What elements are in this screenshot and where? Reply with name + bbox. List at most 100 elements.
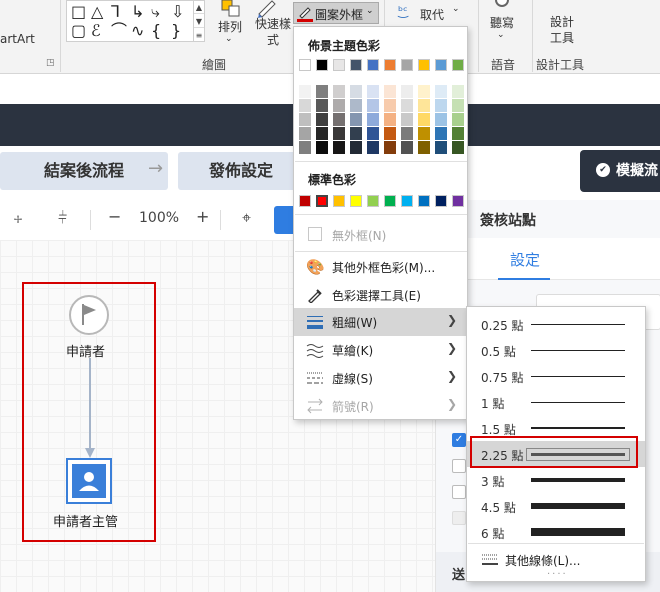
more-outline-colors-item[interactable]: 🎨 其他外框色彩(M)...: [294, 253, 467, 281]
gallery-scrollbar[interactable]: ▲ ▼ ≡: [193, 0, 205, 42]
brace-right-icon[interactable]: }: [171, 22, 181, 40]
standard-color-swatch[interactable]: [384, 195, 396, 207]
theme-shade-swatch[interactable]: [333, 113, 345, 126]
theme-shade-swatch[interactable]: [367, 85, 379, 98]
design-tools-button[interactable]: 設計工具: [548, 14, 576, 46]
weight-option[interactable]: 6 點: [467, 519, 645, 545]
align-horizontal-icon[interactable]: ⧾: [14, 208, 22, 228]
theme-shade-swatch[interactable]: [452, 99, 464, 112]
chevron-up-icon[interactable]: ▲: [194, 1, 204, 14]
theme-color-swatch[interactable]: [418, 59, 430, 71]
step-publish-settings[interactable]: 發佈設定: [178, 152, 304, 190]
theme-color-swatch[interactable]: [452, 59, 464, 71]
theme-shade-swatch[interactable]: [401, 85, 413, 98]
theme-shade-swatch[interactable]: [333, 127, 345, 140]
align-vertical-icon[interactable]: ⫩: [58, 208, 67, 228]
theme-shade-swatch[interactable]: [316, 85, 328, 98]
tab-settings[interactable]: 設定: [510, 249, 540, 270]
theme-shade-swatch[interactable]: [435, 113, 447, 126]
theme-shade-swatch[interactable]: [299, 127, 311, 140]
theme-shade-swatch[interactable]: [333, 85, 345, 98]
theme-shade-swatch[interactable]: [435, 85, 447, 98]
chevron-down-icon[interactable]: ▼: [194, 15, 204, 28]
no-outline-item[interactable]: 無外框(N): [294, 221, 467, 249]
rectangle-shape-icon[interactable]: □: [71, 3, 86, 21]
theme-shade-swatch[interactable]: [316, 99, 328, 112]
theme-shade-swatch[interactable]: [418, 113, 430, 126]
theme-shade-swatch[interactable]: [384, 127, 396, 140]
standard-color-swatch[interactable]: [299, 195, 311, 207]
rounded-rect-shape-icon[interactable]: ▢: [71, 22, 86, 40]
replace-button[interactable]: 取代: [420, 6, 444, 23]
theme-shade-swatch[interactable]: [435, 127, 447, 140]
theme-shade-swatch[interactable]: [384, 85, 396, 98]
theme-color-swatch[interactable]: [367, 59, 379, 71]
theme-shade-swatch[interactable]: [350, 141, 362, 154]
theme-shade-swatch[interactable]: [452, 85, 464, 98]
theme-shade-swatch[interactable]: [452, 141, 464, 154]
sketched-item[interactable]: 草繪(K) ❯: [294, 336, 467, 364]
theme-shade-swatch[interactable]: [452, 113, 464, 126]
theme-shade-swatch[interactable]: [299, 99, 311, 112]
freeform-shape-icon[interactable]: ℰ: [91, 22, 101, 40]
zoom-out-button[interactable]: −: [108, 207, 121, 226]
checkbox-checked[interactable]: ✓: [452, 433, 466, 447]
dashes-item[interactable]: 虛線(S) ❯: [294, 364, 467, 392]
theme-shade-swatch[interactable]: [401, 127, 413, 140]
theme-shade-swatch[interactable]: [367, 127, 379, 140]
theme-color-swatch[interactable]: [316, 59, 328, 71]
theme-shade-swatch[interactable]: [350, 127, 362, 140]
zoom-in-button[interactable]: +: [196, 207, 209, 226]
arc-shape-icon[interactable]: ⌒: [111, 22, 127, 40]
down-arrow-shape-icon[interactable]: ⇩: [171, 3, 184, 21]
locate-crosshair-icon[interactable]: ⌖: [242, 208, 251, 228]
theme-shade-swatch[interactable]: [435, 99, 447, 112]
brace-left-icon[interactable]: {: [151, 22, 161, 40]
theme-shade-swatch[interactable]: [367, 99, 379, 112]
shapes-gallery[interactable]: □ △ ⅂ ↳ ⤷ ⇩ ▢ ℰ ⌒ ∿ { }: [66, 0, 194, 42]
theme-shade-swatch[interactable]: [452, 127, 464, 140]
standard-color-swatch[interactable]: [367, 195, 379, 207]
resize-grip-icon[interactable]: ····: [547, 569, 568, 580]
arrange-chevron-icon[interactable]: ⌄: [225, 34, 233, 44]
standard-color-swatch[interactable]: [350, 195, 362, 207]
gallery-more-icon[interactable]: ≡: [194, 29, 204, 42]
standard-color-swatch[interactable]: [452, 195, 464, 207]
weight-option[interactable]: 1 點: [467, 389, 645, 415]
simulate-flow-button[interactable]: ✔ 模擬流: [580, 150, 660, 192]
more-lines-item[interactable]: 其他線條(L)...: [505, 552, 581, 569]
weight-option[interactable]: 0.5 點: [467, 337, 645, 363]
theme-shade-swatch[interactable]: [384, 113, 396, 126]
smartart-label[interactable]: artArt: [0, 32, 35, 46]
theme-shade-swatch[interactable]: [316, 141, 328, 154]
theme-shade-swatch[interactable]: [333, 99, 345, 112]
weight-option[interactable]: 0.25 點: [467, 311, 645, 337]
theme-color-swatch[interactable]: [333, 59, 345, 71]
theme-shade-swatch[interactable]: [384, 99, 396, 112]
theme-color-swatch[interactable]: [401, 59, 413, 71]
theme-shade-swatch[interactable]: [316, 127, 328, 140]
weight-option[interactable]: 0.75 點: [467, 363, 645, 389]
theme-shade-swatch[interactable]: [401, 141, 413, 154]
theme-shade-swatch[interactable]: [418, 99, 430, 112]
theme-shade-swatch[interactable]: [418, 127, 430, 140]
theme-shade-swatch[interactable]: [367, 141, 379, 154]
arrange-button[interactable]: 排列: [218, 18, 242, 35]
theme-shade-swatch[interactable]: [299, 113, 311, 126]
eyedropper-item[interactable]: 色彩選擇工具(E): [294, 281, 467, 309]
weight-option[interactable]: 4.5 點: [467, 493, 645, 519]
theme-color-swatch[interactable]: [299, 59, 311, 71]
bent-arrow-icon[interactable]: ⤷: [151, 3, 160, 21]
theme-shade-swatch[interactable]: [367, 113, 379, 126]
theme-shade-swatch[interactable]: [333, 141, 345, 154]
theme-shade-swatch[interactable]: [401, 113, 413, 126]
checkbox-unchecked-2[interactable]: [452, 485, 466, 499]
theme-color-swatch[interactable]: [384, 59, 396, 71]
theme-shade-swatch[interactable]: [384, 141, 396, 154]
dictate-button[interactable]: 聽寫: [490, 14, 514, 31]
theme-shade-swatch[interactable]: [350, 85, 362, 98]
theme-shade-swatch[interactable]: [418, 141, 430, 154]
curve-shape-icon[interactable]: ∿: [131, 22, 144, 40]
theme-shade-swatch[interactable]: [435, 141, 447, 154]
theme-shade-swatch[interactable]: [350, 113, 362, 126]
